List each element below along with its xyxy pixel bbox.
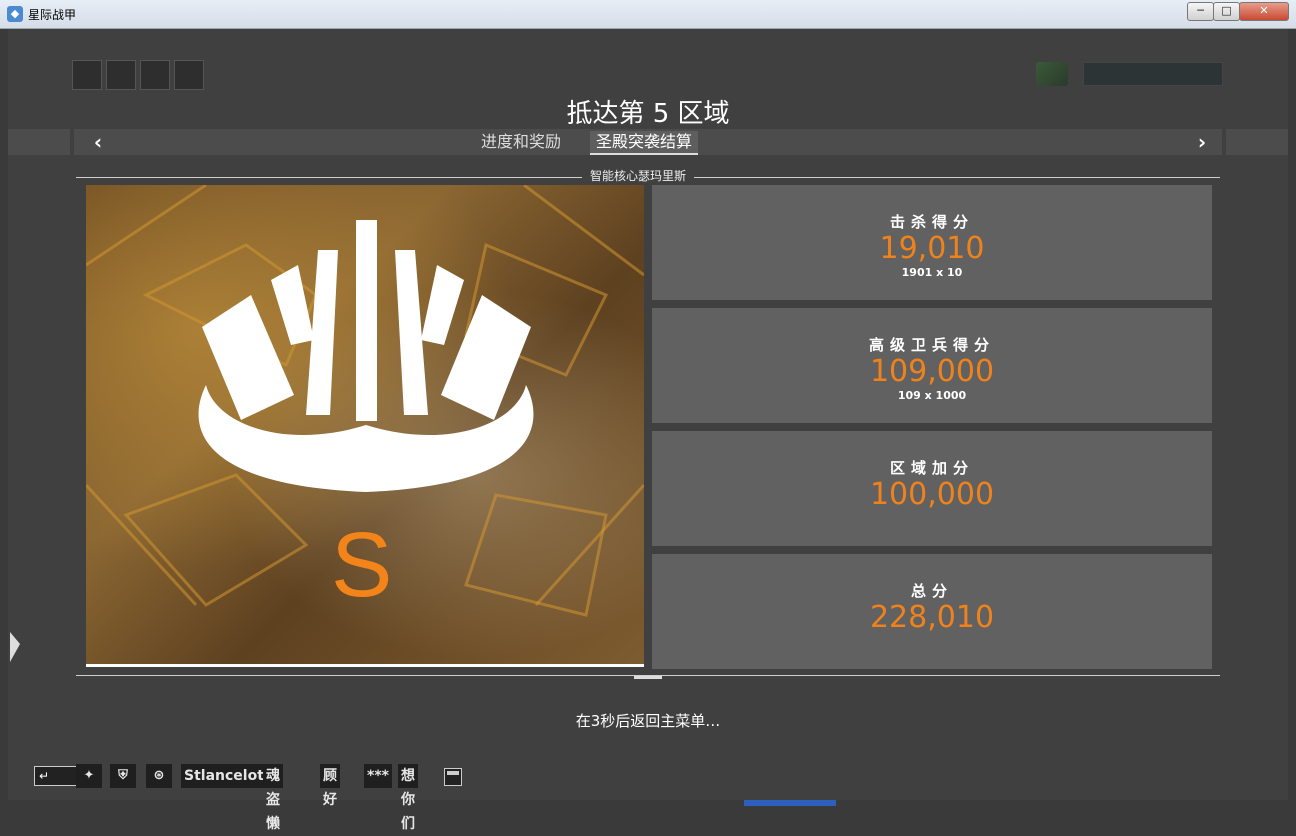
chat-chip-4[interactable]: ***: [364, 764, 392, 788]
tab-progress-rewards[interactable]: 进度和奖励: [475, 131, 567, 153]
score-card-elite-guards: 高级卫兵得分 109,000 109 x 1000: [652, 308, 1212, 423]
shield-icon[interactable]: ⛨: [110, 764, 136, 788]
score-card-kills: 击杀得分 19,010 1901 x 10: [652, 185, 1212, 300]
chat-chip-stlancelot[interactable]: Stlancelot: [181, 764, 267, 788]
score-value: 19,010: [879, 231, 985, 266]
window-toggle-icon[interactable]: [444, 768, 462, 786]
chevron-left-icon[interactable]: ‹: [87, 131, 109, 153]
title-banner-text: [420, 7, 424, 21]
score-card-total: 总分 228,010: [652, 554, 1212, 669]
score-label: 高级卫兵得分: [868, 336, 995, 354]
squad-member-icon[interactable]: [140, 60, 170, 90]
art-underline: [86, 664, 644, 667]
chat-enter-icon[interactable]: ↵: [34, 766, 80, 786]
window-titlebar: ◆ 星际战甲 ─ □ ✕: [0, 0, 1296, 29]
score-formula: 109 x 1000: [897, 389, 967, 402]
chat-chip-5[interactable]: 想你们: [398, 764, 418, 832]
squad-member-icon[interactable]: [106, 60, 136, 90]
window-title: 星际战甲: [28, 8, 77, 22]
resource-area: [1036, 62, 1223, 90]
close-button[interactable]: ✕: [1239, 2, 1289, 21]
mouse-cursor-icon: [10, 632, 20, 662]
squad-icons: [72, 60, 208, 94]
chevron-right-icon[interactable]: ›: [1191, 131, 1213, 153]
squad-member-icon[interactable]: [72, 60, 102, 90]
score-formula: 1901 x 10: [901, 266, 963, 279]
taskbar-indicator: [744, 800, 836, 806]
grade-letter: S: [331, 514, 393, 616]
scroll-handle[interactable]: [634, 676, 662, 679]
resource-bar: [1083, 62, 1223, 86]
clan-emblem-icon[interactable]: ⊛: [146, 764, 172, 788]
section-title: 智能核心瑟玛里斯: [582, 167, 695, 184]
maximize-button[interactable]: □: [1213, 2, 1240, 21]
score-card-zone-bonus: 区域加分 100,000: [652, 431, 1212, 546]
resource-icon: [1036, 62, 1068, 86]
chat-chip-3[interactable]: 顾好: [320, 764, 340, 808]
chat-chip-2[interactable]: 魂盗懒: [263, 764, 283, 832]
score-label: 击杀得分: [889, 213, 974, 231]
tabstrip-right-cap: [1226, 129, 1288, 155]
page-title: 抵达第 5 区域: [566, 99, 730, 129]
score-value: 109,000: [869, 354, 995, 389]
tab-sanctuary-onslaught-results[interactable]: 圣殿突袭结算: [590, 131, 699, 155]
score-value: 228,010: [869, 600, 995, 635]
faction-emblem-icon[interactable]: ✦: [76, 764, 102, 788]
return-countdown-text: 在3秒后返回主菜单…: [575, 712, 721, 730]
grade-art-panel: S: [86, 185, 644, 667]
tabstrip-left-cap: [8, 129, 70, 155]
score-value: 100,000: [869, 477, 995, 512]
app-icon: ◆: [7, 6, 23, 22]
squad-member-icon[interactable]: [174, 60, 204, 90]
score-label: 总分: [910, 582, 953, 600]
score-label: 区域加分: [889, 459, 974, 477]
minimize-button[interactable]: ─: [1187, 2, 1214, 21]
